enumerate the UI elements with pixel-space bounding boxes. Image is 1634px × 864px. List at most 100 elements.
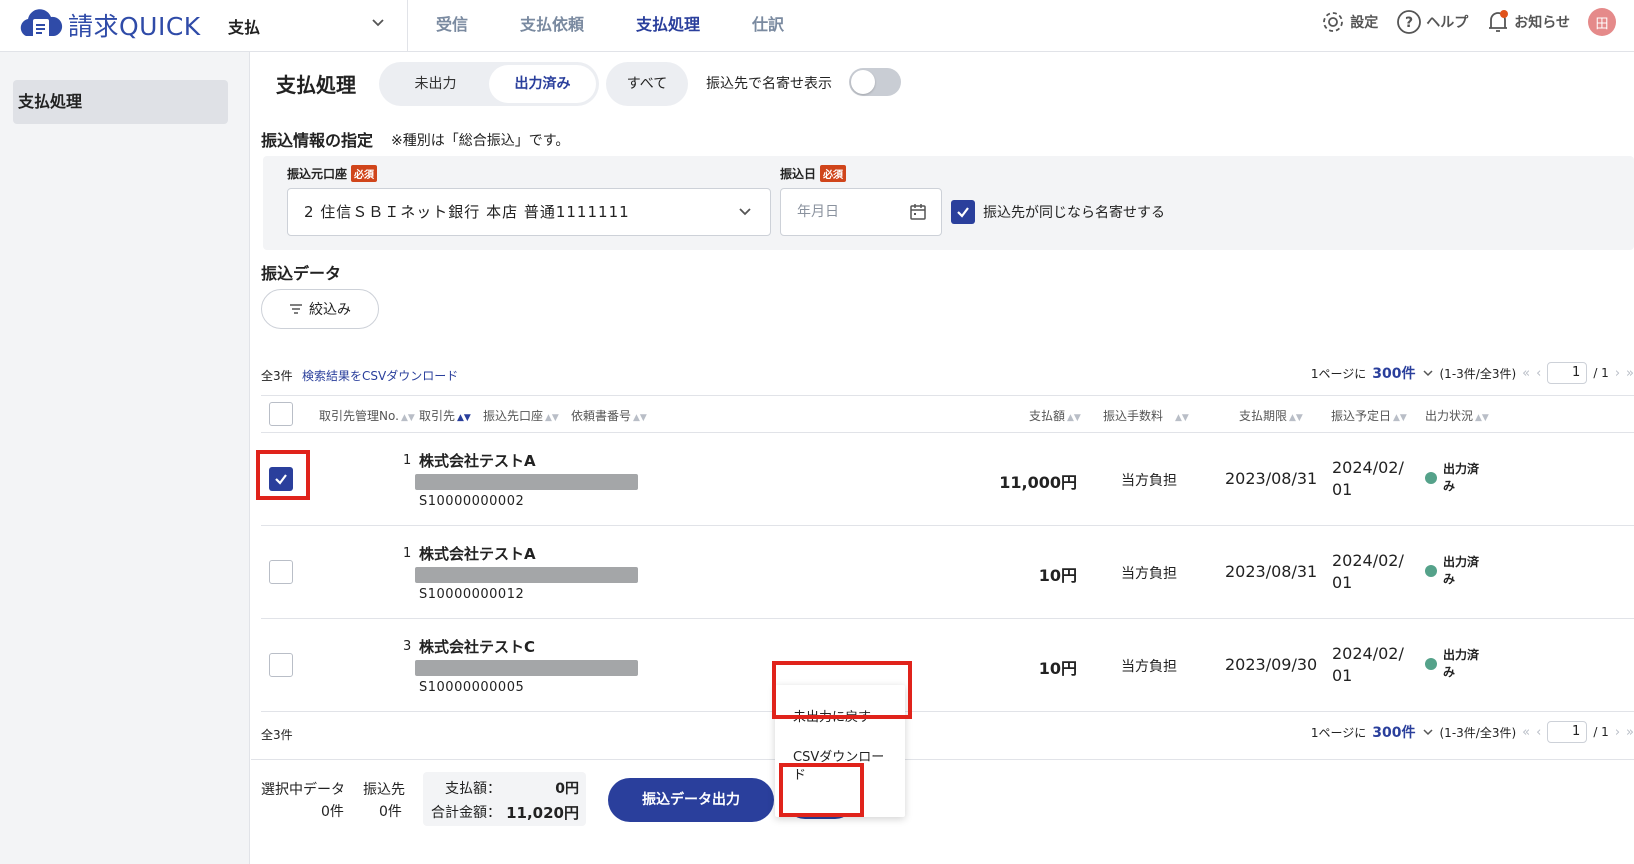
per-page-prefix: 1ページに — [1310, 366, 1367, 381]
settings-button[interactable]: 設定 — [1320, 9, 1378, 35]
help-button[interactable]: ? ヘルプ — [1396, 9, 1468, 35]
status-text: 出力済み — [1443, 462, 1480, 493]
sum-total-value: 11,020円 — [506, 804, 579, 822]
redacted-account — [415, 660, 638, 676]
per-page-select[interactable]: 300件 — [1372, 363, 1415, 383]
checkbox-checked[interactable] — [951, 200, 975, 224]
col-scheduled[interactable]: 振込予定日 ▲▼ — [1331, 407, 1407, 424]
required-badge: 必須 — [351, 165, 378, 182]
date-placeholder: 年月日 — [797, 204, 839, 220]
col-mgmt-no[interactable]: 取引先管理No. ▲▼ — [319, 407, 415, 424]
due-date: 2023/08/31 — [1225, 562, 1318, 581]
page-total: / 1 — [1593, 725, 1609, 739]
checkbox-unchecked[interactable] — [269, 653, 293, 677]
notice-label: お知らせ — [1514, 15, 1570, 31]
nav-payment-process[interactable]: 支払処理 — [610, 0, 726, 52]
filter-button[interactable]: 絞込み — [261, 289, 379, 329]
csv-download-link[interactable]: 検索結果をCSVダウンロード — [302, 367, 458, 384]
toggle-knob — [851, 70, 875, 94]
row-index: 1 — [403, 546, 412, 561]
highlight-box-more — [779, 763, 864, 817]
row-checkbox[interactable] — [269, 560, 293, 584]
table-row[interactable]: 3 株式会社テストC S10000000005 10円 当方負担 2023/09… — [261, 619, 1634, 712]
col-due[interactable]: 支払期限 ▲▼ — [1239, 407, 1303, 424]
transfer-info-title: 振込情報の指定 — [261, 131, 374, 150]
status-text: 出力済み — [1443, 555, 1480, 586]
partner-name: 株式会社テストA — [419, 545, 536, 563]
request-number: S10000000002 — [419, 494, 525, 509]
total-count: 全3件 — [261, 369, 293, 383]
date-label-text: 振込日 — [780, 167, 817, 181]
selected-data-count: 0件 — [321, 804, 344, 820]
group-display-toggle[interactable] — [849, 68, 901, 96]
account-label: 振込元口座 必須 — [287, 165, 378, 182]
col-partner-label: 取引先 — [419, 409, 456, 423]
output-status: 出力済み — [1425, 461, 1483, 495]
group-display-label: 振込先で名寄せ表示 — [706, 76, 832, 92]
avatar[interactable]: 田 — [1588, 8, 1616, 36]
prev-page-icon[interactable]: ‹ — [1536, 366, 1541, 381]
transfer-date-input[interactable]: 年月日 — [780, 188, 942, 236]
sidebar-item-payment-process[interactable]: 支払処理 — [13, 80, 228, 124]
request-number: S10000000012 — [419, 587, 525, 602]
calendar-icon[interactable] — [909, 203, 927, 221]
col-fee-label: 振込手数料 — [1103, 409, 1164, 423]
col-status[interactable]: 出力状況 ▲▼ — [1425, 407, 1489, 424]
page-input[interactable]: 1 — [1547, 721, 1588, 743]
last-page-icon[interactable]: » — [1626, 366, 1634, 381]
payment-amount: 11,000円 — [999, 473, 1077, 492]
last-page-icon[interactable]: » — [1626, 725, 1634, 740]
prev-page-icon[interactable]: ‹ — [1536, 725, 1541, 740]
next-page-icon[interactable]: › — [1615, 366, 1620, 381]
nav-payment-request[interactable]: 支払依頼 — [494, 0, 610, 52]
sort-icon: ▲▼ — [1393, 413, 1407, 423]
payment-amount: 10円 — [1038, 659, 1077, 678]
tab-all[interactable]: すべて — [606, 62, 688, 106]
col-account[interactable]: 振込先口座 ▲▼ — [483, 407, 559, 424]
next-page-icon[interactable]: › — [1615, 725, 1620, 740]
sort-icon: ▲▼ — [1175, 413, 1189, 423]
filter-label: 絞込み — [309, 302, 351, 318]
logo[interactable]: 請求QUICK — [16, 6, 201, 44]
chevron-down-icon[interactable] — [1422, 367, 1434, 379]
transfer-data-title: 振込データ — [261, 264, 342, 283]
chevron-down-icon — [372, 19, 384, 27]
range-text: (1-3件/全3件) — [1439, 366, 1517, 381]
group-same-payee-checkbox[interactable]: 振込先が同じなら名寄せする — [951, 200, 1165, 224]
transfer-note: ※種別は「総合振込」です。 — [391, 133, 570, 149]
due-date: 2023/08/31 — [1225, 469, 1318, 488]
transfer-fee: 当方負担 — [1121, 473, 1177, 489]
tab-not-output[interactable]: 未出力 — [382, 65, 489, 103]
cloud-doc-icon — [20, 9, 63, 38]
col-fee[interactable]: 振込手数料 ▲▼ — [1103, 407, 1189, 424]
per-page-select[interactable]: 300件 — [1372, 722, 1415, 742]
gear-icon — [1323, 12, 1344, 32]
page-input[interactable]: 1 — [1547, 362, 1588, 384]
first-page-icon[interactable]: « — [1522, 725, 1530, 740]
source-account-select[interactable]: 2 住信ＳＢＩネット銀行 本店 普通1111111 — [287, 188, 771, 236]
nav-receive[interactable]: 受信 — [418, 0, 494, 52]
transfer-fee: 当方負担 — [1121, 566, 1177, 582]
app-header: 請求QUICK 支払 受信 支払依頼 支払処理 仕訳 設定 ? ヘルプ お知らせ… — [0, 0, 1634, 52]
col-partner[interactable]: 取引先 ▲▼ — [419, 407, 471, 424]
table-row[interactable]: 1 株式会社テストA S10000000002 11,000円 当方負担 202… — [261, 433, 1634, 526]
export-transfer-data-button[interactable]: 振込データ出力 — [608, 778, 774, 822]
sidebar: 支払処理 — [0, 52, 250, 864]
col-amount[interactable]: 支払額 ▲▼ — [1029, 407, 1081, 424]
checkbox-unchecked[interactable] — [269, 560, 293, 584]
table-row[interactable]: 1 株式会社テストA S10000000012 10円 当方負担 2023/08… — [261, 526, 1634, 619]
col-amount-label: 支払額 — [1029, 409, 1066, 423]
highlight-box-checkbox — [256, 450, 310, 500]
app-select[interactable]: 支払 — [228, 0, 408, 52]
chevron-down-icon[interactable] — [1422, 726, 1434, 738]
tab-output-done[interactable]: 出力済み — [489, 65, 596, 103]
col-request-no[interactable]: 依頼書番号 ▲▼ — [571, 407, 647, 424]
nav-journal[interactable]: 仕訳 — [726, 0, 810, 52]
page-title: 支払処理 — [276, 73, 356, 97]
row-checkbox[interactable] — [269, 653, 293, 677]
first-page-icon[interactable]: « — [1522, 366, 1530, 381]
select-all-checkbox[interactable] — [269, 402, 293, 426]
notice-button[interactable]: お知らせ — [1486, 9, 1570, 35]
highlight-box-revert — [772, 661, 912, 719]
bell-icon — [1489, 10, 1509, 32]
